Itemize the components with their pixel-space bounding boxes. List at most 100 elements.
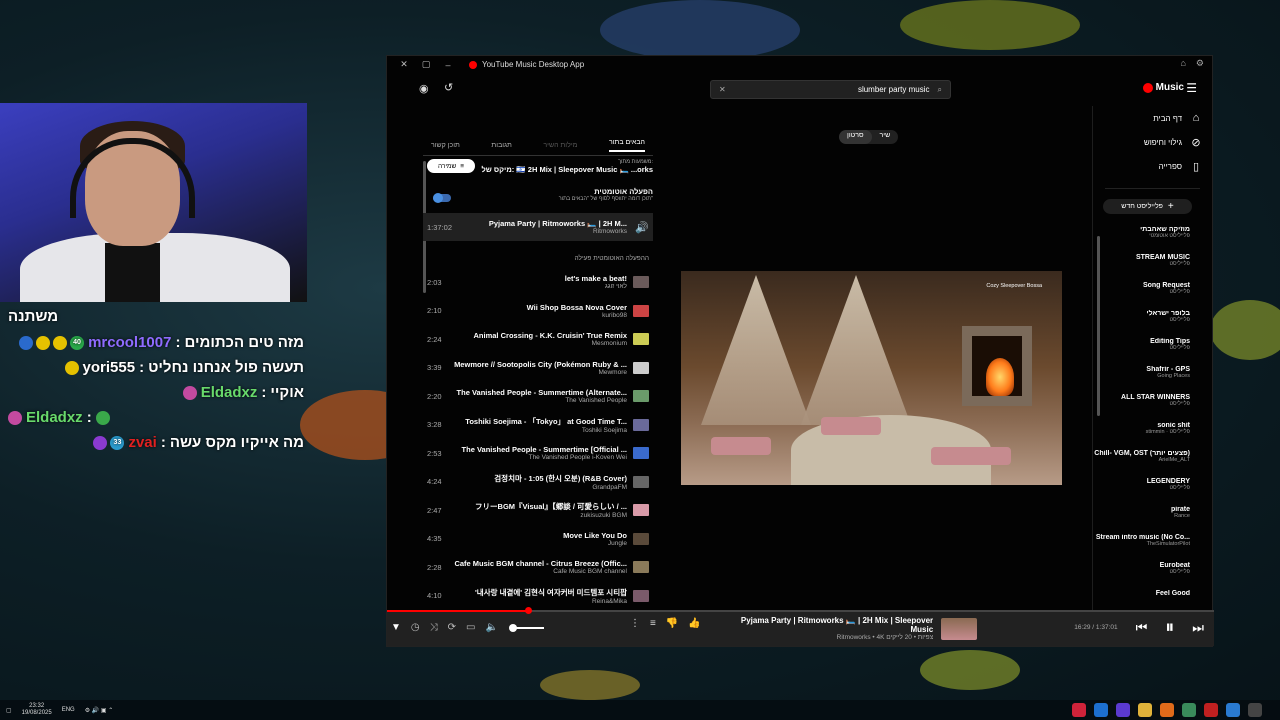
taskbar-app-icon[interactable]: [1226, 703, 1240, 717]
autoplay-row: הפעלה אוטומטית תוכן דומה יתווסף לסוף של …: [423, 187, 653, 213]
current-queue-item[interactable]: 1:37:02 Pyjama Party | Ritmoworks 🛏️ | 2…: [423, 213, 653, 241]
queue-item[interactable]: 4:10 '내사랑 내곁에' 김현식 여자커버 미드템포 시티팝 Reina&Mik…: [423, 582, 653, 611]
expand-icon[interactable]: ▼: [391, 622, 401, 633]
settings-icon[interactable]: ⚙: [1196, 58, 1204, 69]
taskbar-app-icon[interactable]: [1094, 703, 1108, 717]
chat-message: משתנה: [8, 308, 59, 325]
queue-list-icon[interactable]: ≡: [650, 618, 656, 629]
dislike-icon[interactable]: 👎: [666, 618, 678, 629]
track-artist: Mesmonium: [591, 340, 627, 348]
sidebar-item-explore[interactable]: גילוי וחיפוש ⊘: [1093, 130, 1212, 154]
playlist-item[interactable]: Shafrir - GPS Going Places: [1093, 366, 1190, 394]
sidebar-item-library[interactable]: ספרייה ▯: [1093, 154, 1212, 178]
track-thumbnail: [633, 504, 649, 517]
chat-text: מה אייקיו מקס עשה: [169, 434, 304, 451]
save-button[interactable]: שמירה ≡: [427, 159, 475, 173]
track-duration: 4:10: [427, 591, 442, 601]
chat-username: Eldadxz: [26, 409, 83, 426]
progress-bar[interactable]: [387, 607, 1214, 614]
home-icon: ⌂: [1192, 112, 1200, 124]
taskbar-app-icon[interactable]: [1204, 703, 1218, 717]
webcam-feed: [0, 103, 307, 302]
playlist-item[interactable]: מוזיקה שאהבתי פלייליסט אוטומטי: [1093, 226, 1190, 254]
taskbar-app-icon[interactable]: [1072, 703, 1086, 717]
chat-line: Eldadxz:: [4, 405, 304, 430]
queue-item[interactable]: 2:10 Wii Shop Bossa Nova Cover kuribo98: [423, 297, 653, 326]
chat-text: מזה טים הכתומים: [184, 334, 304, 351]
playlist-item[interactable]: ALL STAR WINNERS פלייליסט: [1093, 394, 1190, 422]
song-video-toggle[interactable]: סרטון שיר: [839, 130, 899, 144]
minimize-icon[interactable]: –: [437, 60, 459, 70]
volume-slider[interactable]: [508, 623, 544, 632]
app-logo-icon: [469, 60, 477, 69]
volume-icon[interactable]: 🔈: [485, 622, 497, 633]
maximize-icon[interactable]: ▢: [415, 59, 437, 70]
playlist-item[interactable]: Eurobeat פלייליסט: [1093, 562, 1190, 590]
playlist-item[interactable]: בלופר ישראלי פלייליסט: [1093, 310, 1190, 338]
like-icon[interactable]: 👍: [688, 618, 700, 629]
home-window-icon[interactable]: ⌂: [1180, 58, 1185, 69]
playlist-item[interactable]: Chill- VGM, OST (פצעים יותר) ArielMe_ALT: [1093, 450, 1190, 478]
taskbar-app-icon[interactable]: [1138, 703, 1152, 717]
sidebar-item-home[interactable]: דף הבית ⌂: [1093, 106, 1212, 130]
queue-item[interactable]: 2:24 Animal Crossing - K.K. Cruisin' True…: [423, 325, 653, 354]
next-icon[interactable]: ⏭: [1192, 620, 1204, 636]
taskbar-app-icon[interactable]: [1182, 703, 1196, 717]
more-options-icon[interactable]: ⋮: [630, 618, 640, 629]
now-playing[interactable]: Pyjama Party | Ritmoworks 🛏️ | 2H Mix | …: [717, 616, 977, 641]
taskbar-app-icon[interactable]: [1160, 703, 1174, 717]
queue-item[interactable]: 3:39 Mewmore // Sootopolis City (Pokémon …: [423, 354, 653, 383]
playlist-item[interactable]: LEGENDERY פלייליסט: [1093, 478, 1190, 506]
playlist-item[interactable]: pirate Rance: [1093, 506, 1190, 534]
menu-icon[interactable]: ☰: [1186, 81, 1197, 95]
queue-item[interactable]: 2:03 let's make a beat! לאוי זוגג: [423, 268, 653, 297]
language-indicator[interactable]: ENG: [62, 707, 75, 713]
video-player[interactable]: Cozy Sleepover Bossa: [681, 271, 1062, 485]
captions-icon[interactable]: ▭: [466, 622, 475, 633]
search-input[interactable]: ✕ slumber party music ⌕: [710, 80, 951, 99]
ytmusic-logo[interactable]: Music: [1142, 82, 1184, 93]
queue-item[interactable]: 2:20 The Vanished People - Summertime (Al…: [423, 382, 653, 411]
tab-up-next[interactable]: הבאים בתור: [609, 139, 645, 152]
autoplay-toggle[interactable]: [433, 193, 451, 203]
previous-icon[interactable]: ⏮: [1136, 620, 1148, 636]
taskbar-app-icon[interactable]: [1248, 703, 1262, 717]
emote-icon: [95, 410, 110, 425]
progress-knob[interactable]: [524, 607, 532, 614]
playlist-item[interactable]: Editing Tips פלייליסט: [1093, 338, 1190, 366]
notification-icon[interactable]: ▢: [6, 707, 12, 714]
queue-item[interactable]: 4:35 Move Like You Do Jungle: [423, 525, 653, 554]
repeat-icon[interactable]: ⟳: [448, 622, 456, 633]
history-icon[interactable]: ↺: [444, 81, 453, 94]
queue-item[interactable]: 2:47 フリーBGM『Visual』【郷談 / 可愛らしい / ... zukis…: [423, 496, 653, 525]
pause-button[interactable]: ⏸: [1165, 617, 1174, 638]
playlist-item[interactable]: Song Request פלייליסט: [1093, 282, 1190, 310]
tab-lyrics[interactable]: מילות השיר: [543, 142, 577, 149]
queue-item[interactable]: 2:28 Cafe Music BGM channel - Citrus Bree…: [423, 553, 653, 582]
timer-icon[interactable]: ◷: [411, 622, 420, 633]
tab-related[interactable]: תוכן קשור: [431, 142, 460, 149]
tray-icons[interactable]: ⚙ 🔊 ▣ ⌃: [85, 707, 114, 714]
playlist-item[interactable]: sonic shit stimmin · פלייליסט: [1093, 422, 1190, 450]
new-playlist-button[interactable]: פלייליסט חדש +: [1103, 199, 1192, 214]
avatar[interactable]: ◉: [419, 82, 429, 95]
chat-text: אוקיי: [270, 384, 304, 401]
track-duration: 2:28: [427, 562, 442, 572]
explore-icon: ⊘: [1191, 136, 1201, 149]
queue-item[interactable]: 4:24 검정치마 - 1:05 (한시 오분) (R&B Cover) Grand…: [423, 468, 653, 497]
playlist-item[interactable]: STREAM MUSIC פלייליסט: [1093, 254, 1190, 282]
tab-comments[interactable]: תגובות: [491, 142, 511, 149]
shuffle-icon[interactable]: ⤨: [430, 622, 438, 633]
clock: 23:32 19/08/2025: [21, 703, 52, 716]
track-duration: 4:35: [427, 534, 442, 544]
close-window-icon[interactable]: ✕: [393, 59, 415, 70]
queue-item[interactable]: 2:53 The Vanished People - Summertime [Of…: [423, 439, 653, 468]
taskbar-app-icon[interactable]: [1116, 703, 1130, 717]
clear-search-icon[interactable]: ✕: [719, 85, 726, 94]
playlist-item[interactable]: Stream intro music (No Co... TheSimulator…: [1093, 534, 1190, 562]
song-tab[interactable]: שיר: [872, 130, 899, 144]
queue-item[interactable]: 3:28 Toshiki Soejima - 「Tokyo」 at Good Ti…: [423, 411, 653, 440]
sidebar-scrollbar[interactable]: [1097, 236, 1100, 416]
video-tab[interactable]: סרטון: [839, 130, 872, 144]
search-history-icon[interactable]: ⌕: [938, 85, 942, 95]
